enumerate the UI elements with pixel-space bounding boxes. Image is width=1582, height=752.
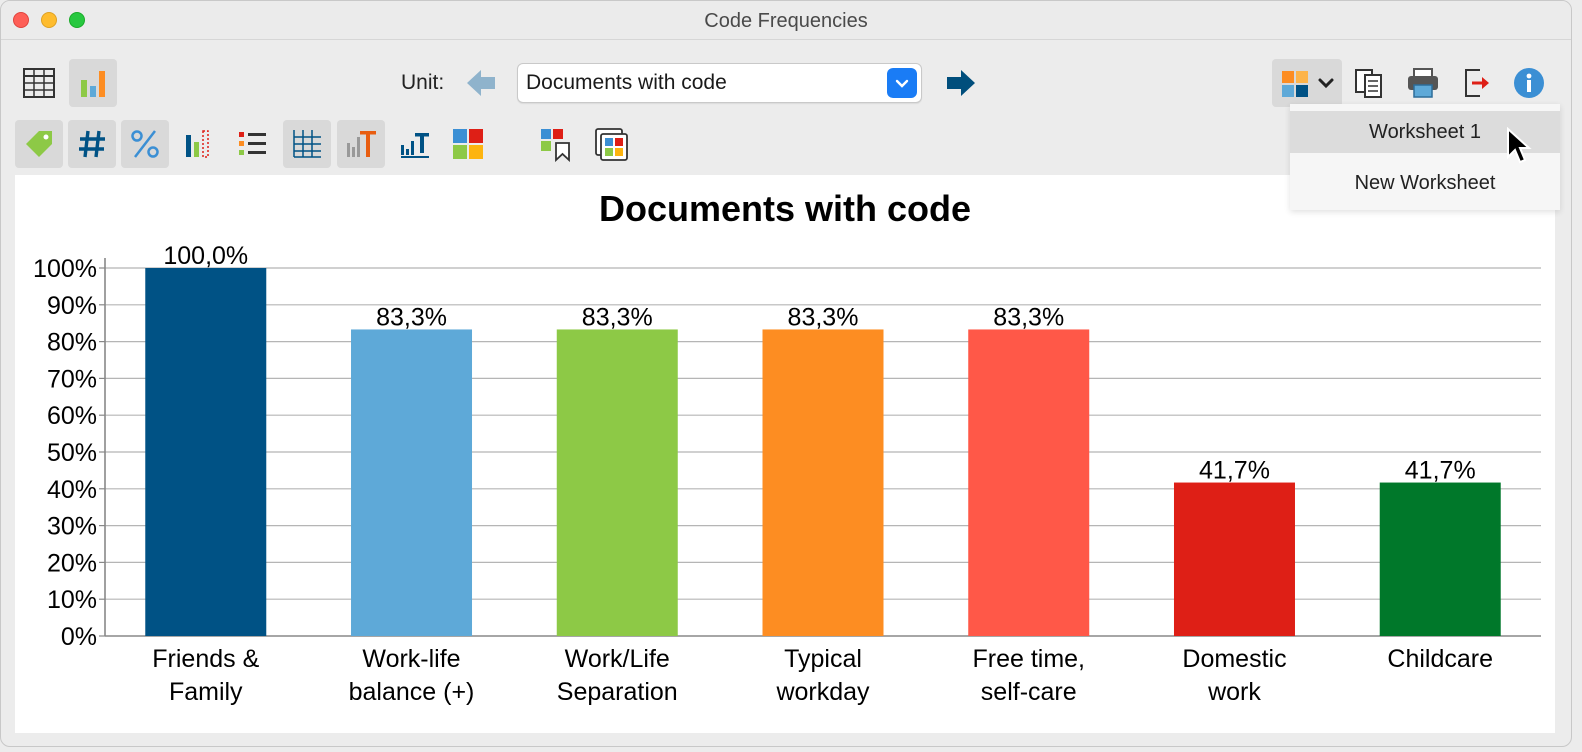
legend-button[interactable] [229,120,277,168]
data-label: 83,3% [582,303,653,331]
unit-select[interactable]: Documents with code [517,63,922,103]
chart-title-button[interactable] [337,120,385,168]
unit-select-value: Documents with code [526,71,727,94]
axis-text-icon [401,133,429,158]
x-tick-label: Domestic [1182,645,1286,673]
data-label: 100,0% [163,242,248,270]
export-worksheet-button[interactable] [1272,59,1342,107]
print-button[interactable] [1399,59,1447,107]
data-label: 83,3% [788,303,859,331]
x-tick-label: Free time, [972,645,1085,673]
info-icon [1514,68,1544,98]
x-tick-label: Family [169,678,243,706]
title-bar: Code Frequencies [1,1,1571,40]
percentage-button[interactable] [121,120,169,168]
bar-values-button[interactable] [175,120,223,168]
gallery-icon [595,128,628,161]
color-bookmark-icon [541,129,570,162]
tag-icon [26,131,52,157]
y-tick-label: 80% [47,329,97,357]
grid-icon [293,130,321,158]
export-icon [1465,69,1489,97]
previous-unit-button[interactable] [457,59,505,107]
legend-icon [239,132,266,155]
y-tick-label: 60% [47,402,97,430]
menu-item-new-worksheet[interactable]: New Worksheet [1290,162,1560,204]
bar-3 [556,329,678,636]
info-button[interactable] [1505,59,1553,107]
code-frequencies-window: Code Frequencies Unit: Documents with co… [0,0,1572,747]
chart-view-button[interactable] [69,59,117,107]
puzzle-icon [1282,71,1334,97]
x-tick-label: Childcare [1387,645,1493,673]
x-tick-label: self-care [981,678,1077,706]
x-tick-label: work [1207,678,1261,706]
bar-7 [1379,482,1501,636]
bars-values-icon [186,130,209,158]
add-to-gallery-button[interactable] [587,120,635,168]
code-labels-button[interactable] [15,120,63,168]
export-button[interactable] [1453,59,1501,107]
bar-5 [968,329,1090,636]
arrow-left-icon [467,70,495,96]
x-tick-label: Friends & [152,645,259,673]
data-label: 41,7% [1199,457,1270,485]
printer-icon [1408,68,1438,98]
y-tick-label: 40% [47,476,97,504]
y-tick-label: 20% [47,549,97,577]
x-tick-label: Separation [557,678,678,706]
bar-2 [351,329,473,636]
x-tick-label: Work/Life [565,645,670,673]
absolute-frequency-button[interactable] [68,120,116,168]
bar-4 [762,329,884,636]
percent-icon [131,130,159,158]
hash-icon [79,130,105,158]
bar-6 [1173,482,1295,636]
next-unit-button[interactable] [937,59,985,107]
y-tick-label: 0% [61,623,97,651]
y-tick-label: 100% [33,255,97,283]
chart-title: Documents with code [599,188,971,229]
arrow-right-icon [947,70,975,96]
data-label: 41,7% [1405,457,1476,485]
bar-chart: 0% 10% 20% 30% 40% 50% 60% 70% 80% 90% 100% 100,0%… [33,188,1541,706]
bar-chart-icon [81,71,105,97]
y-tick-label: 70% [47,365,97,393]
data-label: 83,3% [376,303,447,331]
colors-button[interactable] [444,120,492,168]
gridlines-button[interactable] [283,120,331,168]
bar-1 [145,268,267,636]
table-view-button[interactable] [15,59,63,107]
color-squares-icon [453,129,483,159]
chevron-down-icon[interactable] [887,68,917,98]
copy-icon [1355,69,1382,98]
chart-panel: 0% 10% 20% 30% 40% 50% 60% 70% 80% 90% 100% 100,0%… [15,175,1555,733]
table-icon [23,68,55,98]
y-tick-label: 30% [47,513,97,541]
title-icon [347,131,376,157]
color-bookmark-button[interactable] [532,120,580,168]
y-tick-label: 10% [47,586,97,614]
x-tick-label: balance (+) [349,678,475,706]
window-title: Code Frequencies [704,10,868,32]
y-tick-label: 50% [47,439,97,467]
axis-labels-button[interactable] [391,120,439,168]
x-tick-label: Typical [784,645,862,673]
y-tick-label: 90% [47,292,97,320]
copy-button[interactable] [1345,59,1393,107]
mouse-cursor-icon [1507,127,1532,164]
x-tick-label: Work-life [362,645,460,673]
unit-label: Unit: [401,71,445,94]
data-label: 83,3% [993,303,1064,331]
x-tick-label: workday [775,678,870,706]
